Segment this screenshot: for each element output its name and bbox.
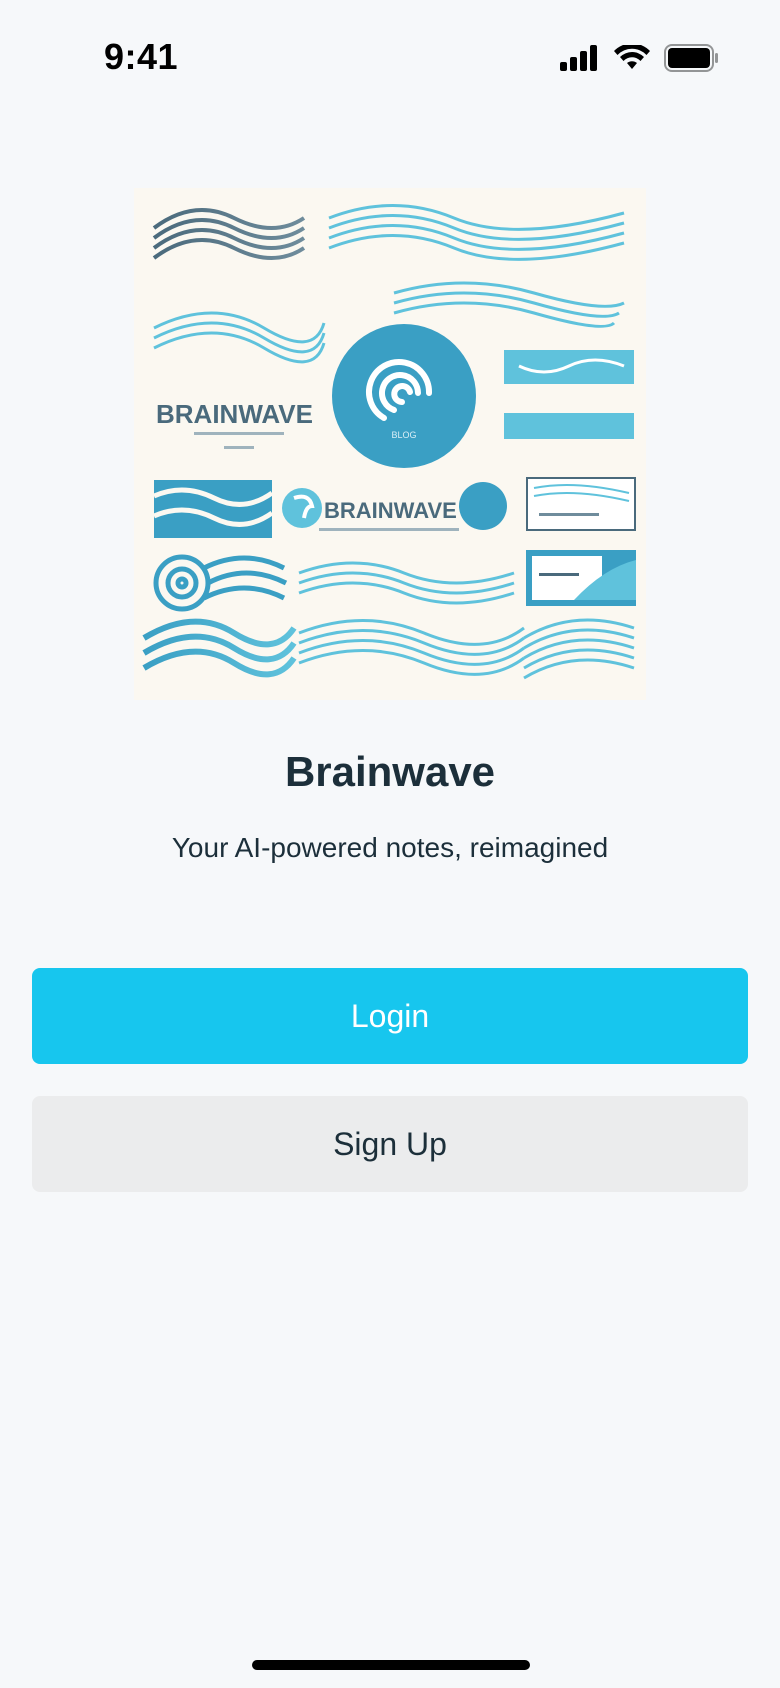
status-time: 9:41	[104, 36, 179, 77]
login-button[interactable]: Login	[32, 968, 748, 1064]
home-indicator[interactable]	[252, 1660, 530, 1670]
app-title: Brainwave	[284, 748, 496, 795]
status-bar: 9:41	[0, 0, 780, 110]
welcome-screen: 9:41 BLOG BRAINWAVE BRAINWAVE Brainwave …	[0, 0, 780, 1688]
wave-graphic	[152, 208, 306, 260]
wifi-icon	[614, 43, 650, 76]
svg-text:BRAINWAVE: BRAINWAVE	[324, 498, 457, 523]
battery-icon	[664, 44, 720, 77]
status-icons	[560, 43, 720, 77]
svg-text:BLOG: BLOG	[391, 430, 416, 440]
svg-text:BRAINWAVE: BRAINWAVE	[156, 399, 313, 429]
sign-up-button[interactable]: Sign Up	[32, 1096, 748, 1192]
hero-illustration: BLOG BRAINWAVE BRAINWAVE	[134, 188, 646, 700]
app-tagline: Your AI-powered notes, reimagined	[171, 832, 609, 863]
cellular-signal-icon	[560, 45, 600, 76]
